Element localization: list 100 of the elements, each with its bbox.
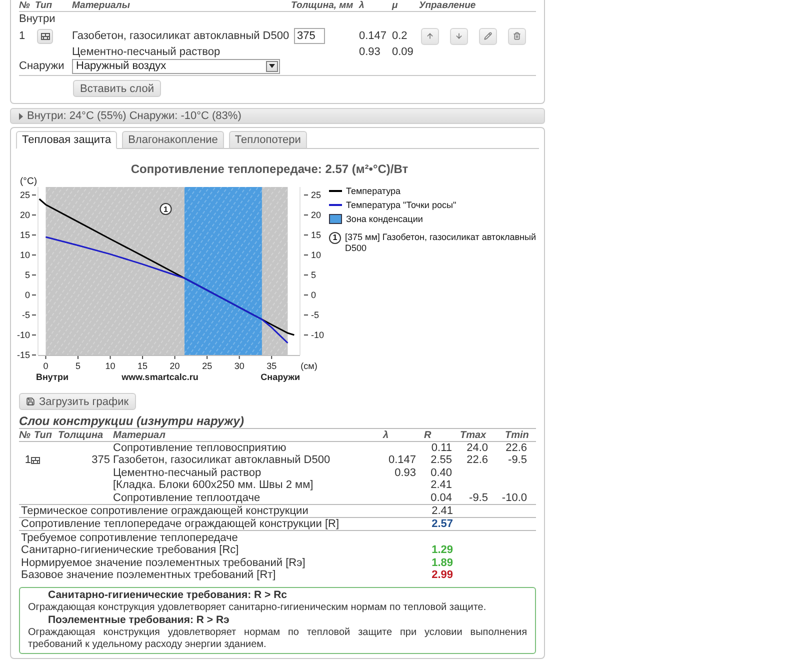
layer-number-marker: 1 bbox=[329, 232, 341, 244]
summary-label: Базовое значение поэлементных требований [Rт] bbox=[20, 569, 276, 582]
axis-tick-label: 10 bbox=[20, 250, 30, 260]
mu-value: 0.09 bbox=[392, 46, 414, 58]
axis-tick-label: 15 bbox=[20, 230, 30, 240]
chart-title: Сопротивление теплопередаче: 2.57 (м²•°C)/Вт bbox=[130, 162, 410, 176]
axis-tick-label: 35 bbox=[266, 361, 277, 371]
table-cell: 0.93 bbox=[394, 466, 416, 480]
table-cell-text: Газобетон, газосиликат автоклавный D500 bbox=[112, 454, 330, 467]
axis-tick-label: 15 bbox=[138, 361, 148, 371]
axis-tick-label: 0 bbox=[311, 290, 316, 300]
caret-down-icon bbox=[266, 60, 278, 72]
thickness-input[interactable]: 375 bbox=[294, 28, 325, 44]
axis-tick-label: 10 bbox=[311, 250, 322, 260]
axis-tick-label: 25 bbox=[311, 190, 322, 200]
summary-label: Термическое сопротивление ограждающей конструкции bbox=[20, 505, 308, 518]
axis-tick-label: 5 bbox=[24, 270, 30, 280]
table-cell-text: [Кладка. Блоки 600x250 мм. Швы 2 мм] bbox=[112, 479, 314, 492]
axis-tick-label: 5 bbox=[311, 270, 316, 280]
mu-value: 0.2 bbox=[392, 30, 408, 42]
column-header: Tmin bbox=[504, 430, 529, 440]
summary-label: Требуемое сопротивление теплопередаче bbox=[20, 532, 238, 544]
table-cell: 0.04 bbox=[430, 492, 452, 504]
arrow-up-icon bbox=[426, 32, 434, 40]
column-header: λ bbox=[383, 430, 389, 440]
verdict-text: Ограждающая конструкция удовлетворяет санитарно-гигиеническим нормам по тепловой защите. bbox=[28, 602, 488, 614]
delete-button[interactable] bbox=[508, 28, 526, 44]
table-cell: 375 bbox=[92, 454, 110, 467]
column-header: № bbox=[19, 430, 30, 440]
verdict-title: Поэлементные требования: R > Rэ bbox=[47, 614, 230, 628]
summary-label: Сопротивление теплопередаче ограждающей конструкции [R] bbox=[20, 518, 340, 530]
axis-tick-label: -5 bbox=[311, 310, 320, 320]
column-header: Тип bbox=[33, 430, 52, 440]
summary-value: 1.89 bbox=[432, 556, 453, 569]
axis-tick-label: -5 bbox=[22, 310, 30, 320]
table-cell: -9.5 bbox=[469, 492, 488, 504]
axis-tick-label: 10 bbox=[105, 361, 116, 371]
brick-wall-icon bbox=[40, 32, 50, 40]
section-title: Слои конструкции (изнутри наружу) bbox=[19, 414, 245, 428]
table-cell-text: Сопротивление теплоотдаче bbox=[112, 492, 260, 504]
column-header: Толщина bbox=[58, 430, 104, 440]
table-cell: 0.147 bbox=[388, 454, 416, 467]
column-header: Толщина, мм bbox=[291, 0, 354, 11]
layer-number: 1 bbox=[19, 30, 26, 42]
trash-icon bbox=[513, 32, 521, 40]
axis-caption: www.smartcalc.ru bbox=[122, 372, 198, 382]
column-header: λ bbox=[359, 0, 364, 11]
table-cell-text: Сопротивление тепловосприятию bbox=[112, 442, 286, 454]
column-header: μ bbox=[392, 0, 398, 11]
pencil-icon bbox=[484, 32, 492, 40]
lambda-value: 0.147 bbox=[359, 30, 387, 42]
axis-title: (°C) bbox=[20, 176, 37, 187]
material-name: Газобетон, газосиликат автоклавный D500 bbox=[72, 30, 290, 42]
summary-value: 2.41 bbox=[432, 505, 453, 518]
lambda-value: 0.93 bbox=[359, 46, 380, 58]
move-down-button[interactable] bbox=[450, 28, 468, 44]
arrow-down-icon bbox=[455, 32, 463, 40]
axis-caption: Внутри bbox=[36, 372, 68, 382]
edit-button[interactable] bbox=[479, 28, 497, 44]
table-cell: 1 bbox=[24, 454, 31, 467]
summary-value: 1.29 bbox=[432, 544, 453, 556]
verdict-title: Санитарно-гигиенические требования: R > Rc bbox=[47, 589, 288, 602]
axis-tick-label: 25 bbox=[20, 190, 30, 200]
column-header: Материалы bbox=[72, 0, 130, 11]
table-cell-text: Цементно-песчаный раствор bbox=[112, 466, 262, 480]
summary-label: Нормируемое значение поэлементных требований [Rэ] bbox=[20, 556, 306, 569]
axis-title: (см) bbox=[300, 361, 318, 371]
axis-tick-label: 25 bbox=[202, 361, 212, 371]
table-cell: 24.0 bbox=[466, 442, 488, 454]
layer-type-button[interactable] bbox=[37, 28, 53, 44]
column-header: Материал bbox=[112, 430, 166, 440]
insert-layer-button[interactable]: Вставить слой bbox=[73, 80, 161, 97]
conditions-expander[interactable]: Внутри: 24°C (55%) Снаружи: -10°C (83%) bbox=[10, 108, 545, 124]
table-cell: 22.6 bbox=[466, 454, 488, 467]
table-cell: 2.55 bbox=[430, 454, 452, 467]
download-chart-button[interactable]: Загрузить график bbox=[19, 393, 136, 410]
legend-label: [375 мм] Газобетон, газосиликат автоклавный D500 bbox=[345, 232, 536, 254]
summary-label: Санитарно-гигиенические требования [Rc] bbox=[20, 544, 239, 556]
summary-value: 2.99 bbox=[432, 569, 453, 582]
axis-tick-label: -15 bbox=[16, 350, 30, 360]
tab[interactable]: Теплопотери bbox=[228, 131, 307, 149]
table-cell: -10.0 bbox=[502, 492, 527, 504]
table-cell: 2.41 bbox=[430, 479, 452, 492]
legend-label: Температура "Точки росы" bbox=[346, 200, 456, 210]
axis-tick-label: 15 bbox=[311, 230, 322, 240]
move-up-button[interactable] bbox=[421, 28, 439, 44]
outside-label: Снаружи bbox=[19, 60, 64, 72]
inside-label: Внутри bbox=[19, 13, 56, 25]
annotation: 1 bbox=[164, 205, 169, 214]
tab[interactable]: Влагонакопление bbox=[122, 131, 224, 149]
axis-tick-label: 30 bbox=[234, 361, 244, 371]
column-header: Tmax bbox=[459, 430, 486, 440]
tab[interactable]: Тепловая защита bbox=[16, 131, 118, 149]
material-name: Цементно-песчаный раствор bbox=[72, 46, 220, 58]
axis-tick-label: -10 bbox=[311, 330, 324, 340]
axis-tick-label: 0 bbox=[43, 361, 48, 371]
axis-tick-label: 0 bbox=[24, 290, 30, 300]
outside-medium-select[interactable]: Наружный воздух bbox=[72, 58, 280, 74]
layer-number-marker: 1 bbox=[160, 203, 172, 215]
table-cell: 0.40 bbox=[430, 466, 452, 480]
